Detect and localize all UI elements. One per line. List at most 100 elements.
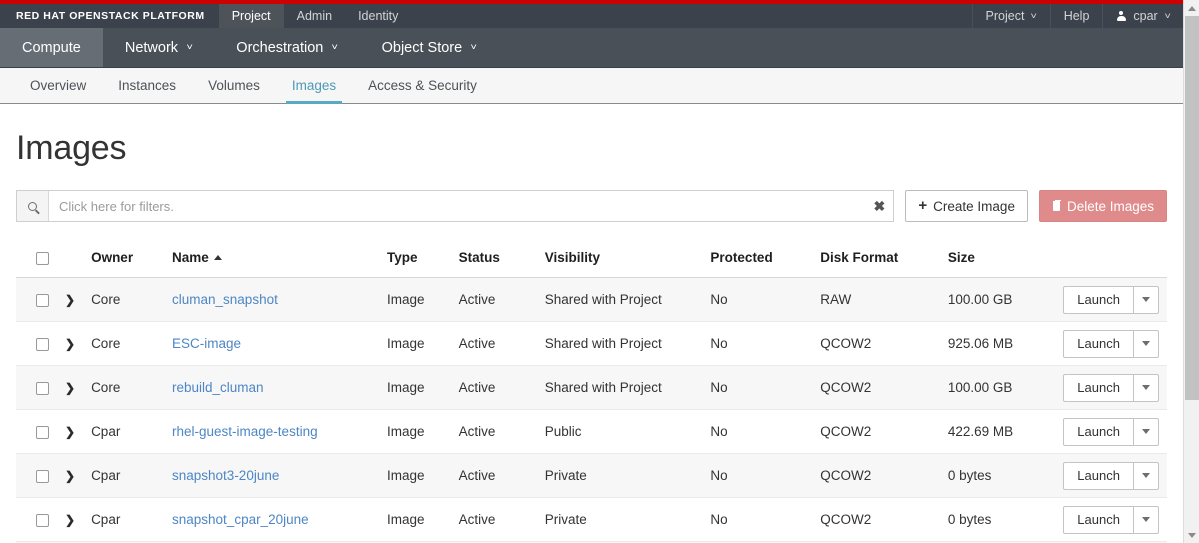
cell-type: Image: [378, 409, 451, 454]
delete-images-label: Delete Images: [1066, 198, 1154, 214]
caret-down-icon: [1141, 473, 1150, 478]
row-checkbox[interactable]: [36, 381, 49, 395]
delete-images-button[interactable]: Delete Images: [1038, 190, 1167, 222]
table-row[interactable]: ❯ Core rebuild_cluman Image Active Shared wit…: [16, 365, 1167, 410]
cell-name: rebuild_cluman: [164, 365, 379, 410]
help-link[interactable]: Help: [1049, 4, 1103, 28]
image-name-link[interactable]: snapshot_cpar_20june: [172, 512, 309, 527]
th-owner[interactable]: Owner: [83, 244, 165, 278]
launch-button[interactable]: Launch: [1063, 461, 1134, 490]
brand-right-menu: Project ˅ Help cpar ˅: [971, 4, 1183, 28]
clear-filter-button[interactable]: ✖: [865, 191, 893, 221]
launch-dropdown-toggle[interactable]: [1133, 461, 1159, 490]
tab-overview[interactable]: Overview: [14, 68, 102, 103]
row-checkbox[interactable]: [36, 293, 49, 307]
brand-tab-identity[interactable]: Identity: [345, 4, 411, 28]
tab-access-security[interactable]: Access & Security: [352, 68, 493, 103]
create-image-button[interactable]: + Create Image: [905, 190, 1028, 222]
th-protected[interactable]: Protected: [702, 244, 813, 278]
section-tabs: Overview Instances Volumes Images Access…: [0, 68, 1183, 104]
th-name[interactable]: Name: [164, 244, 379, 278]
scroll-up-button[interactable]: [1184, 0, 1199, 16]
user-menu[interactable]: cpar ˅: [1102, 4, 1183, 28]
cell-protected: No: [702, 277, 813, 322]
chevron-right-icon[interactable]: ❯: [65, 470, 75, 482]
cell-name: snapshot3-20june: [164, 453, 379, 498]
th-visibility[interactable]: Visibility: [536, 244, 703, 278]
image-name-link[interactable]: snapshot3-20june: [172, 468, 279, 483]
row-select-cell: [16, 321, 57, 366]
launch-button[interactable]: Launch: [1063, 285, 1134, 314]
launch-dropdown-toggle[interactable]: [1133, 373, 1159, 402]
nav-item-label: Object Store: [381, 39, 463, 56]
launch-dropdown-toggle[interactable]: [1133, 329, 1159, 358]
launch-dropdown-toggle[interactable]: [1133, 285, 1159, 314]
scrollbar-thumb[interactable]: [1185, 16, 1199, 400]
th-type[interactable]: Type: [378, 244, 451, 278]
row-checkbox[interactable]: [36, 425, 49, 439]
brand-tab-admin[interactable]: Admin: [284, 4, 345, 28]
triangle-up-icon: [1187, 5, 1196, 11]
select-all-checkbox[interactable]: [36, 251, 49, 265]
image-name-link[interactable]: cluman_snapshot: [172, 292, 278, 307]
project-switcher[interactable]: Project ˅: [971, 4, 1050, 28]
tab-volumes[interactable]: Volumes: [192, 68, 276, 103]
launch-split-button: Launch: [1063, 329, 1159, 358]
page-title: Images: [16, 129, 127, 167]
cell-name: snapshot_cpar_20june: [164, 497, 379, 542]
table-row[interactable]: ❯ Cpar snapshot_cpar_20june ImageActivePriv…: [16, 497, 1167, 542]
chevron-right-icon[interactable]: ❯: [65, 338, 75, 350]
th-status[interactable]: Status: [450, 244, 537, 278]
search-icon-button[interactable]: [17, 191, 49, 221]
row-expander-cell: ❯: [57, 321, 84, 366]
row-checkbox[interactable]: [36, 513, 49, 527]
chevron-right-icon[interactable]: ❯: [65, 382, 75, 394]
image-name-link[interactable]: rebuild_cluman: [172, 380, 264, 395]
launch-dropdown-toggle[interactable]: [1133, 505, 1159, 534]
launch-button[interactable]: Launch: [1063, 329, 1134, 358]
chevron-right-icon[interactable]: ❯: [65, 426, 75, 438]
th-size[interactable]: Size: [939, 244, 1056, 278]
launch-button[interactable]: Launch: [1063, 417, 1134, 446]
nav-item-compute[interactable]: Compute: [0, 28, 103, 67]
nav-item-object-store[interactable]: Object Store ˅: [360, 28, 499, 67]
row-expander-cell: ❯: [57, 277, 84, 322]
brand-tab-list: Project Admin Identity: [218, 4, 412, 28]
tab-images[interactable]: Images: [276, 68, 352, 104]
image-name-link[interactable]: ESC-image: [172, 336, 241, 351]
cell-protected: No: [702, 409, 813, 454]
cell-owner: Core: [83, 321, 165, 366]
main-content: Images ✖ + Create Image Delete Images: [0, 129, 1183, 543]
image-name-link[interactable]: rhel-guest-image-testing: [172, 424, 318, 439]
chevron-down-icon: ˅: [331, 42, 339, 52]
chevron-right-icon[interactable]: ❯: [65, 514, 75, 526]
cell-protected: No: [702, 365, 813, 410]
table-row[interactable]: ❯ Core ESC-image Image Active Shared with Pro…: [16, 321, 1167, 366]
launch-dropdown-toggle[interactable]: [1133, 417, 1159, 446]
chevron-down-icon: ˅: [1030, 10, 1038, 21]
project-switcher-label: Project: [985, 9, 1025, 23]
cell-name: ESC-image: [164, 321, 379, 366]
table-row[interactable]: ❯ Cpar rhel-guest-image-testing Image Active…: [16, 409, 1167, 454]
launch-button[interactable]: Launch: [1063, 373, 1134, 402]
cell-actions: Launch: [1055, 277, 1167, 322]
nav-item-label: Network: [124, 39, 179, 56]
chevron-right-icon[interactable]: ❯: [65, 294, 75, 306]
row-select-cell: [16, 453, 57, 498]
search-input[interactable]: [49, 191, 866, 221]
nav-item-network[interactable]: Network ˅: [103, 28, 214, 67]
vertical-scrollbar[interactable]: [1183, 0, 1199, 543]
nav-item-label: Compute: [22, 39, 81, 56]
cell-disk-format: QCOW2: [812, 321, 940, 366]
tab-instances[interactable]: Instances: [102, 68, 192, 103]
table-row[interactable]: ❯ Cpar snapshot3-20june Image Active Private N…: [16, 453, 1167, 498]
table-row[interactable]: ❯ Core cluman_snapshot Image Active Shared wi…: [16, 277, 1167, 322]
scroll-down-button[interactable]: [1184, 527, 1199, 543]
row-checkbox[interactable]: [36, 469, 49, 483]
brand-tab-project[interactable]: Project: [218, 4, 284, 28]
cell-actions: Launch: [1055, 497, 1167, 542]
row-checkbox[interactable]: [36, 337, 49, 351]
nav-item-orchestration[interactable]: Orchestration ˅: [214, 28, 359, 67]
launch-button[interactable]: Launch: [1063, 505, 1134, 534]
th-disk-format[interactable]: Disk Format: [812, 244, 940, 278]
